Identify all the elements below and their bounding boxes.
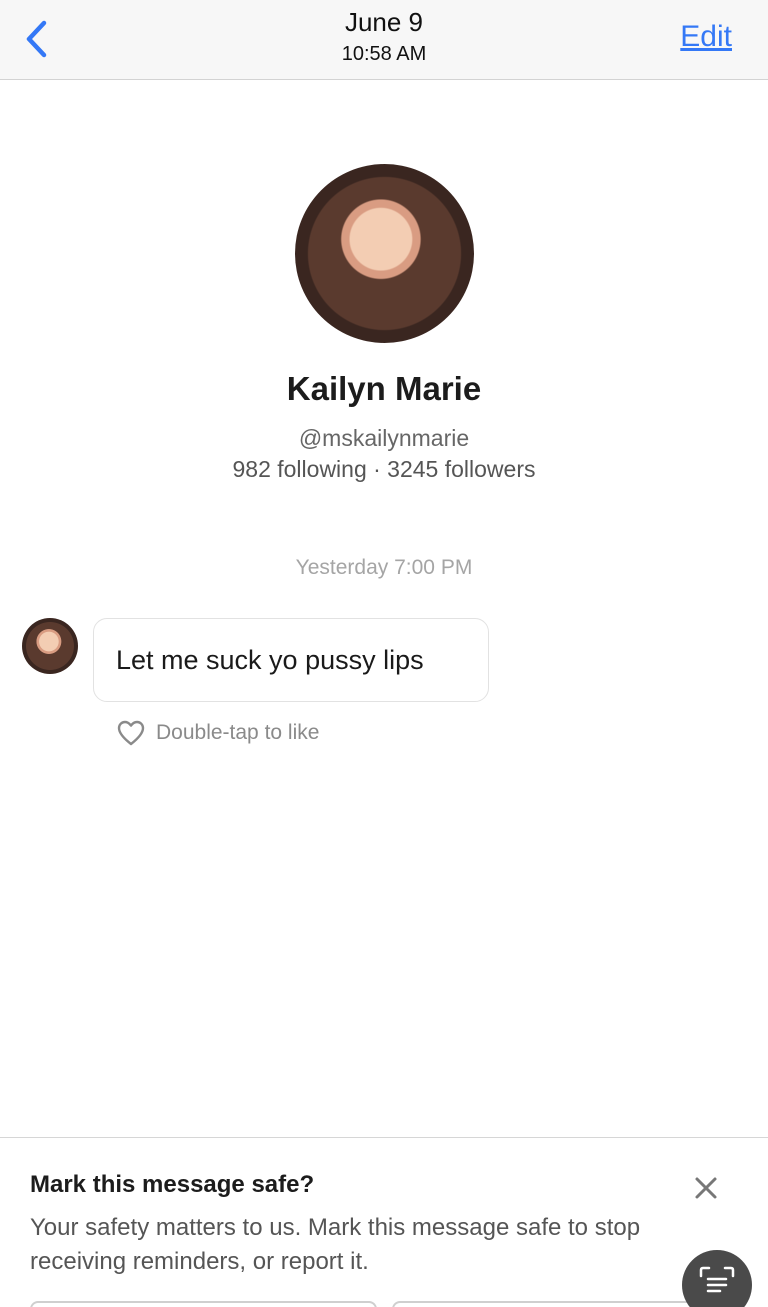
message-bubble[interactable]: Let me suck yo pussy lips xyxy=(93,618,489,702)
header-time: 10:58 AM xyxy=(341,43,427,65)
text-scan-icon xyxy=(699,1266,735,1293)
report-button[interactable] xyxy=(392,1301,712,1307)
safety-sheet: Mark this message safe? Your safety matt… xyxy=(0,1137,768,1307)
top-bar: June 9 10:58 AM Edit xyxy=(0,0,768,80)
safety-sheet-body: Your safety matters to us. Mark this mes… xyxy=(30,1214,641,1275)
header-date: June 9 xyxy=(344,7,424,37)
close-icon xyxy=(695,1177,717,1199)
mark-safe-button[interactable] xyxy=(30,1301,377,1307)
message-thread-screen: June 9 10:58 AM Edit Kailyn Marie @mskai… xyxy=(0,0,768,1307)
profile-name: Kailyn Marie xyxy=(286,370,482,407)
profile-stats: 982 following · 3245 followers xyxy=(232,456,536,482)
edit-button[interactable]: Edit xyxy=(680,20,732,54)
message-timestamp: Yesterday 7:00 PM xyxy=(295,556,473,579)
close-button[interactable] xyxy=(686,1168,726,1208)
profile-handle: @mskailynmarie xyxy=(298,425,470,451)
profile-avatar[interactable] xyxy=(295,164,474,343)
sender-avatar[interactable] xyxy=(22,618,78,674)
like-hint-label: Double-tap to like xyxy=(156,721,320,744)
safety-sheet-title: Mark this message safe? xyxy=(30,1171,315,1198)
like-hint[interactable]: Double-tap to like xyxy=(116,716,319,750)
heart-icon xyxy=(117,720,145,746)
